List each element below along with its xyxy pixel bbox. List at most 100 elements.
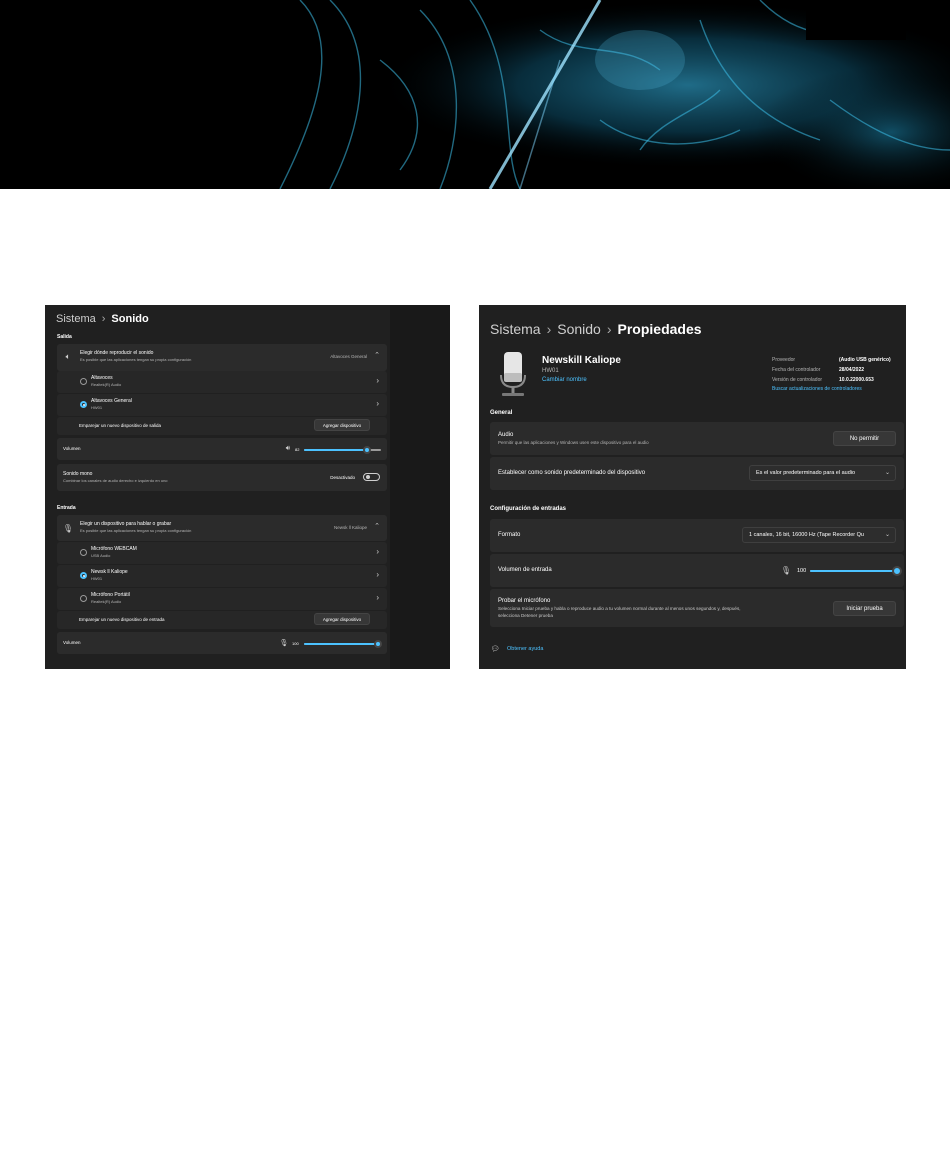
audio-permission-row: Audio Permitir que las aplicaciones y Wi… bbox=[490, 422, 904, 455]
section-title-input: Entrada bbox=[57, 505, 76, 511]
format-label: Formato bbox=[498, 532, 521, 538]
help-icon: 💬︎ bbox=[490, 646, 500, 653]
microphone-volume-icon[interactable]: 🎙︎ bbox=[279, 638, 289, 648]
page-title: Sonido bbox=[111, 313, 149, 325]
breadcrumb-sonido[interactable]: Sonido bbox=[557, 321, 601, 337]
slider-fill bbox=[304, 643, 378, 645]
device-name: Micrófono WEBCAM bbox=[91, 546, 137, 552]
microphone-icon: 🎙︎ bbox=[62, 523, 74, 533]
check-driver-updates-link[interactable]: Buscar actualizaciones de controladores bbox=[772, 386, 862, 392]
input-volume-thumb[interactable] bbox=[374, 640, 382, 648]
audio-subtitle: Permitir que las aplicaciones y Windows … bbox=[498, 440, 649, 445]
device-model: HW01 bbox=[542, 368, 559, 374]
input-level-row: Volumen de entrada 🎙︎ 100 bbox=[490, 554, 904, 587]
mono-title: Sonido mono bbox=[63, 471, 93, 477]
input-volume-row: Volumen 🎙︎ 100 bbox=[57, 632, 387, 654]
device-name: Newsk ll Kaliope bbox=[91, 569, 128, 575]
mono-audio-row: Sonido mono Combinar los canales de audi… bbox=[57, 464, 387, 491]
input-level-slider[interactable] bbox=[810, 570, 897, 572]
format-value: 1 canales, 16 bit, 16000 Hz (Tape Record… bbox=[749, 532, 864, 538]
default-device-value: Es el valor predeterminado para el audio bbox=[756, 470, 856, 476]
mono-state-label: Desactivado bbox=[330, 475, 355, 480]
output-volume-thumb[interactable] bbox=[363, 446, 372, 454]
breadcrumb-sistema[interactable]: Sistema bbox=[490, 321, 541, 337]
chevron-right-icon[interactable]: › bbox=[376, 399, 379, 408]
microphone-icon bbox=[500, 352, 526, 396]
breadcrumb-sistema[interactable]: Sistema bbox=[56, 313, 96, 325]
radio-altavoces-general[interactable] bbox=[80, 401, 87, 408]
output-device-altavoces[interactable]: Altavoces Realtek(R) Audio › bbox=[57, 371, 387, 393]
device-properties-window: Sistema › Sonido › Propiedades Newskill … bbox=[479, 305, 906, 669]
device-driver: HW01 bbox=[91, 576, 103, 581]
default-device-row: Establecer como sonido predeterminado de… bbox=[490, 457, 904, 490]
slider-fill bbox=[304, 449, 368, 451]
slider-fill bbox=[810, 570, 897, 572]
device-name: Newskill Kaliope bbox=[542, 355, 621, 366]
driver-date-label: Fecha del controlador bbox=[772, 367, 821, 373]
test-mic-subtitle-line-2: selecciona Detener prueba bbox=[498, 613, 553, 618]
input-level-label: Volumen de entrada bbox=[498, 567, 552, 573]
input-device-portatil[interactable]: Micrófono Portátil Realtek(R) Audio › bbox=[57, 588, 387, 610]
device-name: Micrófono Portátil bbox=[91, 592, 130, 598]
input-volume-label: Volumen bbox=[63, 640, 81, 645]
add-input-device-button[interactable]: Agregar dispositivo bbox=[314, 613, 370, 625]
output-volume-value: 82 bbox=[295, 447, 300, 452]
section-title-output: Salida bbox=[57, 334, 72, 340]
speaker-volume-icon[interactable]: 🔊︎ bbox=[283, 444, 293, 454]
no-permitir-button[interactable]: No permitir bbox=[833, 431, 896, 446]
window-edge bbox=[390, 305, 450, 669]
test-mic-subtitle-line-1: Selecciona Iniciar prueba y habla o repr… bbox=[498, 606, 741, 611]
driver-version-label: Versión de controlador bbox=[772, 377, 823, 383]
output-device-selector[interactable]: 🔈︎ Elegir dónde reproducir el sonido Es … bbox=[57, 344, 387, 371]
input-device-selector[interactable]: 🎙︎ Elegir un dispositivo para hablar o g… bbox=[57, 515, 387, 541]
chevron-down-icon: ⌄ bbox=[884, 470, 890, 476]
chevron-right-icon[interactable]: › bbox=[376, 547, 379, 556]
device-name: Altavoces General bbox=[91, 398, 132, 404]
breadcrumb: Sistema › Sonido bbox=[56, 312, 149, 326]
chevron-up-icon[interactable]: ⌃ bbox=[374, 522, 380, 530]
default-device-dropdown[interactable]: Es el valor predeterminado para el audio… bbox=[749, 465, 896, 481]
section-title-input-config: Configuración de entradas bbox=[490, 506, 567, 512]
input-level-thumb[interactable] bbox=[892, 566, 902, 576]
radio-altavoces[interactable] bbox=[80, 378, 87, 385]
device-driver: Realtek(R) Audio bbox=[91, 382, 122, 387]
breadcrumb-separator: › bbox=[606, 321, 612, 337]
input-volume-slider[interactable] bbox=[304, 643, 378, 645]
sound-settings-window: Sistema › Sonido Salida 🔈︎ Elegir dónde … bbox=[45, 305, 450, 669]
start-test-button[interactable]: Iniciar prueba bbox=[833, 601, 896, 616]
radio-portatil[interactable] bbox=[80, 595, 87, 602]
section-title-general: General bbox=[490, 410, 513, 416]
microphone-volume-icon[interactable]: 🎙︎ bbox=[780, 564, 792, 576]
output-device-altavoces-general[interactable]: Altavoces General HW01 › bbox=[57, 394, 387, 416]
radio-webcam[interactable] bbox=[80, 549, 87, 556]
breadcrumb-separator: › bbox=[101, 313, 106, 325]
chevron-down-icon: ⌄ bbox=[881, 531, 890, 538]
pair-output-row: Emparejar un nuevo dispositivo de salida… bbox=[57, 417, 387, 435]
device-name: Altavoces bbox=[91, 375, 113, 381]
add-output-device-button[interactable]: Agregar dispositivo bbox=[314, 419, 370, 431]
provider-value: (Audio USB genérico) bbox=[839, 357, 891, 363]
chevron-right-icon[interactable]: › bbox=[376, 570, 379, 579]
input-selector-subtitle: Es posible que las aplicaciones tengan s… bbox=[80, 528, 192, 533]
device-driver: HW01 bbox=[91, 405, 103, 410]
format-row: Formato 1 canales, 16 bit, 16000 Hz (Tap… bbox=[490, 519, 904, 552]
rename-link[interactable]: Cambiar nombre bbox=[542, 377, 587, 383]
provider-label: Proveedor bbox=[772, 357, 796, 363]
mono-toggle[interactable] bbox=[363, 473, 380, 481]
input-device-kaliope[interactable]: Newsk ll Kaliope HW01 › bbox=[57, 565, 387, 587]
chevron-right-icon[interactable]: › bbox=[376, 593, 379, 602]
chevron-right-icon[interactable]: › bbox=[376, 376, 379, 385]
format-dropdown[interactable]: 1 canales, 16 bit, 16000 Hz (Tape Record… bbox=[742, 527, 896, 543]
test-microphone-row: Probar el micrófono Selecciona Iniciar p… bbox=[490, 589, 904, 627]
device-image bbox=[499, 351, 527, 397]
test-mic-title: Probar el micrófono bbox=[498, 598, 551, 604]
input-device-webcam[interactable]: Micrófono WEBCAM USB Audio › bbox=[57, 542, 387, 564]
get-help-link[interactable]: Obtener ayuda bbox=[507, 646, 543, 652]
driver-date-value: 28/04/2022 bbox=[839, 367, 865, 373]
breadcrumb-separator: › bbox=[546, 321, 552, 337]
output-selector-title: Elegir dónde reproducir el sonido bbox=[80, 350, 154, 356]
radio-kaliope[interactable] bbox=[80, 572, 87, 579]
output-volume-row: Volumen 🔊︎ 82 bbox=[57, 438, 387, 460]
chevron-up-icon[interactable]: ⌃ bbox=[374, 351, 380, 359]
speaker-icon: 🔈︎ bbox=[65, 352, 71, 361]
